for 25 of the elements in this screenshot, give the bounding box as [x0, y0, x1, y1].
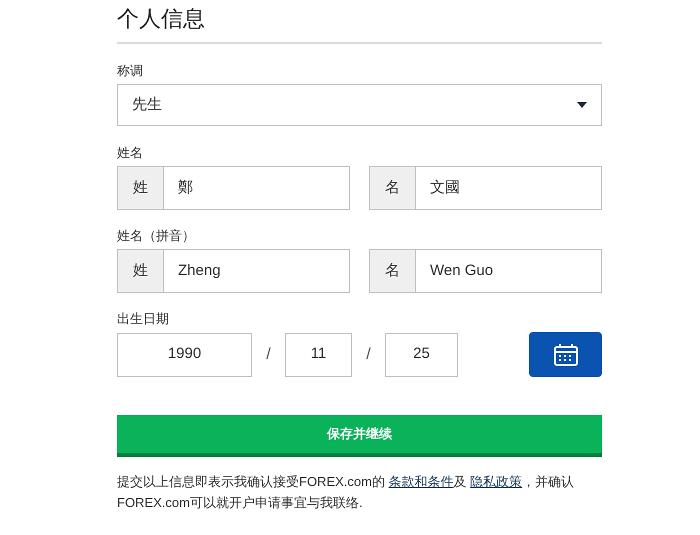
terms-link[interactable]: 条款和条件 — [388, 474, 454, 489]
day-field[interactable]: 25 — [385, 332, 458, 376]
field-prefix: 姓 — [118, 250, 164, 292]
salutation-select[interactable]: 先生 — [117, 84, 602, 126]
name-field[interactable]: 姓 鄭 — [117, 166, 350, 210]
field-label: 出生日期 — [117, 310, 169, 328]
date-separator: / — [365, 344, 372, 364]
field-label: 称调 — [117, 62, 143, 80]
month-field[interactable]: 11 — [285, 332, 352, 376]
field-label: 姓名 — [117, 144, 143, 162]
year-field[interactable]: 1990 — [117, 332, 252, 376]
page-title: 个人信息 — [117, 5, 205, 33]
date-separator: / — [265, 344, 272, 364]
name-field[interactable]: 名 Wen Guo — [369, 249, 602, 293]
field-prefix: 名 — [370, 250, 416, 292]
name-field[interactable]: 姓 Zheng — [117, 249, 350, 293]
caret-icon — [577, 102, 587, 108]
name-field[interactable]: 名 文國 — [369, 166, 602, 210]
calendar-button[interactable] — [529, 332, 602, 377]
calendar-icon — [552, 342, 578, 366]
legal-text: 提交以上信息即表示我确认接受FOREX.com的 条款和条件及 隐私政策，并确认FOREX.com可以就开户申请事宜与我联络. — [117, 473, 576, 512]
field-prefix: 姓 — [118, 167, 164, 209]
privacy-link[interactable]: 隐私政策 — [470, 474, 522, 489]
field-label: 姓名（拼音） — [117, 227, 195, 245]
field-prefix: 名 — [370, 167, 416, 209]
